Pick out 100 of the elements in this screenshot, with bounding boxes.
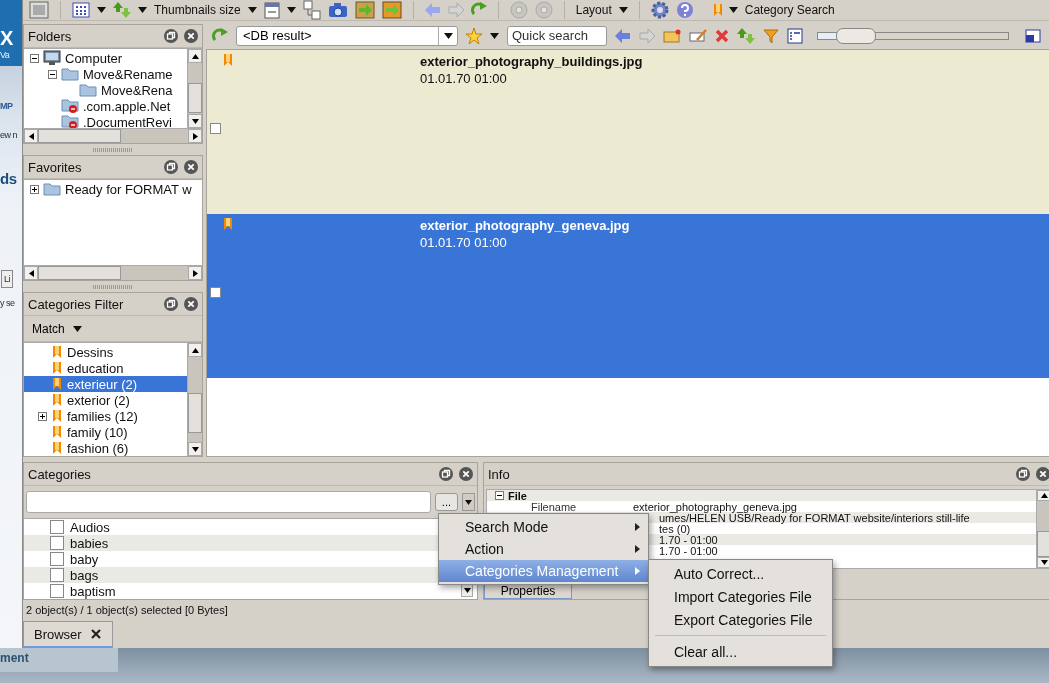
help-icon[interactable] bbox=[675, 1, 694, 19]
scroll-left-icon[interactable] bbox=[28, 269, 34, 277]
restore-icon[interactable] bbox=[164, 297, 178, 311]
documents-icon[interactable] bbox=[302, 0, 321, 20]
category-label[interactable]: baptism bbox=[70, 583, 116, 599]
scroll-up-icon[interactable] bbox=[1040, 493, 1048, 498]
tree-item[interactable]: Move&Rename bbox=[83, 66, 173, 82]
category-row[interactable]: Dessins bbox=[24, 344, 187, 360]
scroll-right-icon[interactable] bbox=[192, 269, 198, 277]
restore-icon[interactable] bbox=[164, 160, 178, 174]
close-icon[interactable] bbox=[459, 467, 473, 481]
checkbox[interactable] bbox=[50, 568, 64, 582]
scroll-down-icon[interactable] bbox=[463, 587, 471, 593]
restore-icon[interactable] bbox=[439, 467, 453, 481]
caret-icon[interactable] bbox=[97, 7, 106, 13]
rename-icon[interactable] bbox=[689, 28, 707, 43]
location-dropdown[interactable]: <DB result> bbox=[236, 25, 458, 46]
settings-icon[interactable] bbox=[650, 1, 669, 19]
category-field[interactable] bbox=[26, 491, 431, 513]
delete-icon[interactable] bbox=[715, 28, 729, 43]
checkbox[interactable] bbox=[210, 287, 221, 298]
menu-item[interactable]: Import Categories File bbox=[649, 585, 832, 608]
category-label[interactable]: Audios bbox=[70, 519, 110, 535]
expander-icon[interactable] bbox=[495, 491, 504, 500]
export-icon[interactable] bbox=[354, 1, 375, 19]
close-icon[interactable] bbox=[89, 628, 102, 640]
menu-item[interactable]: Search Mode bbox=[439, 516, 648, 538]
grid-icon[interactable] bbox=[72, 2, 90, 18]
category-row[interactable]: exterieur (2) bbox=[24, 376, 187, 392]
window-icon[interactable] bbox=[1025, 28, 1041, 43]
scroll-left-icon[interactable] bbox=[28, 132, 34, 140]
match-dropdown[interactable]: Match bbox=[32, 321, 82, 336]
caret-icon[interactable] bbox=[490, 32, 499, 39]
expander-icon[interactable] bbox=[30, 53, 39, 63]
caret-icon[interactable] bbox=[138, 7, 147, 13]
menu-item[interactable]: Clear all... bbox=[649, 640, 832, 663]
scroll-right-icon[interactable] bbox=[192, 132, 198, 140]
dropdown-button[interactable] bbox=[462, 493, 475, 511]
tree-item[interactable]: Move&Rena bbox=[101, 82, 173, 98]
checkbox[interactable] bbox=[50, 584, 64, 598]
menu-item[interactable]: Export Categories File bbox=[649, 608, 832, 631]
expander-icon[interactable] bbox=[38, 411, 47, 421]
scrollbar[interactable] bbox=[187, 343, 202, 456]
scroll-up-icon[interactable] bbox=[191, 347, 199, 353]
picture-export-icon[interactable] bbox=[381, 1, 402, 19]
category-label[interactable]: baby bbox=[70, 551, 99, 567]
checkbox[interactable] bbox=[50, 520, 64, 534]
more-button[interactable]: ... bbox=[434, 493, 458, 511]
tree-item[interactable]: Ready for FORMAT w bbox=[65, 181, 192, 197]
close-icon[interactable] bbox=[184, 297, 198, 311]
new-folder-icon[interactable] bbox=[663, 28, 681, 43]
scroll-down-icon[interactable] bbox=[191, 446, 199, 452]
browser-tab[interactable]: Browser bbox=[23, 621, 113, 648]
scroll-down-icon[interactable] bbox=[191, 118, 199, 124]
scrollbar[interactable] bbox=[24, 128, 202, 143]
restore-icon[interactable] bbox=[1016, 467, 1030, 481]
search-field[interactable]: Quick search bbox=[507, 25, 607, 46]
expander-icon[interactable] bbox=[48, 69, 57, 79]
splitter-grip[interactable] bbox=[93, 284, 133, 289]
category-row[interactable]: fashion (6) bbox=[24, 440, 187, 456]
star-icon[interactable] bbox=[466, 27, 482, 44]
expander-icon[interactable] bbox=[30, 184, 39, 194]
toolbar-label[interactable]: Layout bbox=[575, 3, 612, 17]
caret-icon[interactable] bbox=[618, 7, 628, 13]
scrollbar[interactable] bbox=[24, 265, 202, 280]
calendar-icon[interactable] bbox=[263, 1, 280, 19]
splitter-grip[interactable] bbox=[93, 147, 133, 152]
checkbox[interactable] bbox=[50, 536, 64, 550]
funnel-icon[interactable] bbox=[763, 27, 779, 44]
caret-icon[interactable] bbox=[286, 7, 296, 13]
scrollbar[interactable] bbox=[187, 49, 202, 128]
camera-icon[interactable] bbox=[327, 2, 348, 18]
restore-icon[interactable] bbox=[164, 29, 178, 43]
menu-item[interactable]: Action bbox=[439, 538, 648, 560]
category-row[interactable]: family (10) bbox=[24, 424, 187, 440]
tab-label[interactable]: Browser bbox=[34, 626, 82, 642]
category-row[interactable]: education bbox=[24, 360, 187, 376]
caret-icon[interactable] bbox=[728, 7, 738, 13]
scroll-up-icon[interactable] bbox=[191, 53, 199, 59]
category-label[interactable]: bags bbox=[70, 567, 99, 583]
toolbar-label[interactable]: Category Search bbox=[744, 3, 835, 17]
tree-item[interactable]: .com.apple.Net bbox=[83, 98, 171, 114]
close-icon[interactable] bbox=[184, 29, 198, 43]
category-row[interactable]: exterior (2) bbox=[24, 392, 187, 408]
category-label[interactable]: babies bbox=[70, 535, 109, 551]
checkbox[interactable] bbox=[210, 123, 221, 134]
toolbar-label[interactable]: Thumbnails size bbox=[154, 3, 241, 17]
caret-icon[interactable] bbox=[247, 7, 257, 13]
menu-item[interactable]: Auto Correct... bbox=[649, 562, 832, 585]
tree-item[interactable]: Computer bbox=[65, 50, 123, 66]
category-row[interactable]: families (12) bbox=[24, 408, 187, 424]
thumbnail-row[interactable]: exterior_photography_geneva.jpg 01.01.70 01:00 bbox=[207, 214, 1049, 378]
tree-item[interactable]: .DocumentRevi bbox=[83, 114, 172, 128]
scrollbar[interactable] bbox=[1036, 490, 1049, 568]
thumbnail-row[interactable]: exterior_photography_buildings.jpg 01.01.70 01:00 bbox=[207, 50, 1049, 214]
close-icon[interactable] bbox=[184, 160, 198, 174]
view-options-icon[interactable] bbox=[787, 27, 803, 44]
checkbox[interactable] bbox=[50, 552, 64, 566]
close-icon[interactable] bbox=[1036, 467, 1049, 481]
scroll-down-icon[interactable] bbox=[1040, 560, 1048, 565]
